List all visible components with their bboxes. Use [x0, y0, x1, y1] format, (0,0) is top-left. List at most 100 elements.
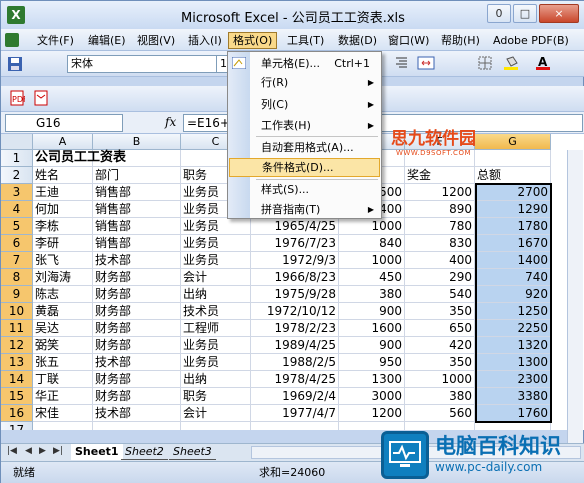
close-button[interactable]: ×	[539, 4, 579, 23]
cell-a9[interactable]: 陈志	[33, 286, 93, 303]
menu-data[interactable]: 数据(D)	[334, 32, 381, 49]
cell-f16[interactable]: 560	[405, 405, 475, 422]
tab-sheet1[interactable]: Sheet1	[71, 444, 123, 460]
cell-d11[interactable]: 1978/2/23	[251, 320, 339, 337]
cell-g11[interactable]: 2250	[475, 320, 551, 337]
cell-a8[interactable]: 刘海涛	[33, 269, 93, 286]
cell-c8[interactable]: 会计	[181, 269, 251, 286]
menu-item-conditional-format[interactable]: 条件格式(D)...	[229, 158, 380, 177]
cell-c12[interactable]: 业务员	[181, 337, 251, 354]
workbook-icon[interactable]	[5, 33, 19, 47]
cell-g5[interactable]: 1780	[475, 218, 551, 235]
cell-d7[interactable]: 1972/9/3	[251, 252, 339, 269]
cell-g13[interactable]: 1300	[475, 354, 551, 371]
row-header[interactable]: 17	[1, 422, 33, 430]
tab-prev-icon[interactable]: ◀	[25, 446, 32, 456]
cell-d9[interactable]: 1975/9/28	[251, 286, 339, 303]
cell-g8[interactable]: 740	[475, 269, 551, 286]
cell-b15[interactable]: 财务部	[93, 388, 181, 405]
cell-a14[interactable]: 丁联	[33, 371, 93, 388]
menu-item-sheet[interactable]: 工作表(H) ▶	[229, 116, 380, 135]
cell-e6[interactable]: 840	[339, 235, 405, 252]
column-header-a[interactable]: A	[33, 134, 93, 150]
row-header[interactable]: 4	[1, 201, 33, 218]
row-header[interactable]: 13	[1, 354, 33, 371]
cell-c15[interactable]: 职务	[181, 388, 251, 405]
row-header[interactable]: 12	[1, 337, 33, 354]
cell-d16[interactable]: 1977/4/7	[251, 405, 339, 422]
cell-b12[interactable]: 财务部	[93, 337, 181, 354]
row-header[interactable]: 5	[1, 218, 33, 235]
cell-b14[interactable]: 财务部	[93, 371, 181, 388]
cell-e5[interactable]: 1000	[339, 218, 405, 235]
row-header[interactable]: 8	[1, 269, 33, 286]
tab-first-icon[interactable]: |◀	[7, 446, 17, 456]
cell-b17[interactable]	[93, 422, 181, 430]
cell-g2[interactable]: 总额	[475, 167, 551, 184]
cell-g6[interactable]: 1670	[475, 235, 551, 252]
borders-icon[interactable]	[477, 55, 495, 73]
cell-g3[interactable]: 2700	[475, 184, 551, 201]
row-header[interactable]: 1	[1, 150, 33, 167]
cell-a17[interactable]	[33, 422, 93, 430]
cell-f11[interactable]: 650	[405, 320, 475, 337]
cell-b16[interactable]: 技术部	[93, 405, 181, 422]
cell-f12[interactable]: 420	[405, 337, 475, 354]
cell-b8[interactable]: 财务部	[93, 269, 181, 286]
cell-f7[interactable]: 400	[405, 252, 475, 269]
menu-view[interactable]: 视图(V)	[133, 32, 179, 49]
fill-color-icon[interactable]	[503, 55, 521, 73]
cell-e16[interactable]: 1200	[339, 405, 405, 422]
cell-a5[interactable]: 李栋	[33, 218, 93, 235]
cell-d8[interactable]: 1966/8/23	[251, 269, 339, 286]
tab-sheet2[interactable]: Sheet2	[121, 444, 168, 460]
menu-help[interactable]: 帮助(H)	[437, 32, 484, 49]
cell-c9[interactable]: 出纳	[181, 286, 251, 303]
minimize-button[interactable]: 0	[487, 4, 511, 23]
cell-e7[interactable]: 1000	[339, 252, 405, 269]
cell-f14[interactable]: 1000	[405, 371, 475, 388]
cell-c17[interactable]	[181, 422, 251, 430]
cell-c6[interactable]: 业务员	[181, 235, 251, 252]
cell-d6[interactable]: 1976/7/23	[251, 235, 339, 252]
cell-c7[interactable]: 业务员	[181, 252, 251, 269]
cell-b6[interactable]: 销售部	[93, 235, 181, 252]
vertical-scrollbar[interactable]	[567, 150, 583, 443]
cell-d13[interactable]: 1988/2/5	[251, 354, 339, 371]
cell-g12[interactable]: 1320	[475, 337, 551, 354]
row-header[interactable]: 14	[1, 371, 33, 388]
menu-adobe-pdf[interactable]: Adobe PDF(B)	[489, 32, 573, 49]
menu-insert[interactable]: 插入(I)	[184, 32, 226, 49]
cell-c5[interactable]: 业务员	[181, 218, 251, 235]
align-right-icon[interactable]	[393, 55, 411, 73]
cell-g16[interactable]: 1760	[475, 405, 551, 422]
cell-b3[interactable]: 销售部	[93, 184, 181, 201]
cell-g4[interactable]: 1290	[475, 201, 551, 218]
font-color-icon[interactable]: A	[535, 55, 553, 73]
merge-center-icon[interactable]	[417, 55, 435, 73]
cell-a3[interactable]: 王迪	[33, 184, 93, 201]
cell-b5[interactable]: 销售部	[93, 218, 181, 235]
cell-g7[interactable]: 1400	[475, 252, 551, 269]
row-header[interactable]: 16	[1, 405, 33, 422]
cell-f10[interactable]: 350	[405, 303, 475, 320]
cell-b11[interactable]: 财务部	[93, 320, 181, 337]
cell-e14[interactable]: 1300	[339, 371, 405, 388]
menu-tools[interactable]: 工具(T)	[283, 32, 328, 49]
row-header[interactable]: 10	[1, 303, 33, 320]
restore-button[interactable]: □	[513, 4, 537, 23]
cell-g9[interactable]: 920	[475, 286, 551, 303]
menu-edit[interactable]: 编辑(E)	[84, 32, 130, 49]
cell-a2[interactable]: 姓名	[33, 167, 93, 184]
row-header[interactable]: 2	[1, 167, 33, 184]
cell-c10[interactable]: 技术员	[181, 303, 251, 320]
row-header[interactable]: 15	[1, 388, 33, 405]
cell-b13[interactable]: 技术部	[93, 354, 181, 371]
cell-a12[interactable]: 弼笑	[33, 337, 93, 354]
cell-f6[interactable]: 830	[405, 235, 475, 252]
cell-c11[interactable]: 工程师	[181, 320, 251, 337]
cell-f2[interactable]: 奖金	[405, 167, 475, 184]
cell-e12[interactable]: 900	[339, 337, 405, 354]
menu-item-phonetic-guide[interactable]: 拼音指南(T) ▶	[229, 200, 380, 219]
cell-a15[interactable]: 华正	[33, 388, 93, 405]
